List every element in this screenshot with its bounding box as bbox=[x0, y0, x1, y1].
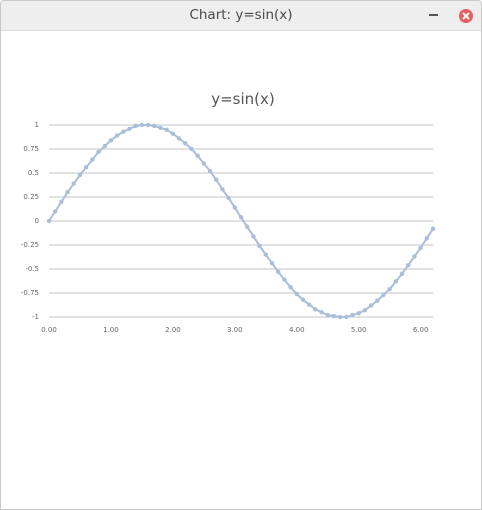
minimize-button[interactable] bbox=[421, 5, 445, 27]
data-point bbox=[430, 226, 436, 231]
data-point bbox=[214, 177, 219, 182]
x-tick-label: 6.00 bbox=[413, 326, 429, 334]
x-tick-label: 5.00 bbox=[351, 326, 367, 334]
chart-area: y=sin(x) 1 0.75 0.5 0.25 0 -0.25 -0.5 -0.75 -1 0.0… bbox=[1, 31, 481, 509]
y-tick-label: -0.75 bbox=[21, 289, 39, 297]
title-bar[interactable]: Chart: y=sin(x) bbox=[1, 1, 481, 31]
chart: y=sin(x) 1 0.75 0.5 0.25 0 -0.25 -0.5 -0.75 -10.0… bbox=[21, 90, 436, 334]
y-tick-label: -0.25 bbox=[21, 241, 39, 249]
y-tick-label: 0.25 bbox=[23, 193, 39, 201]
data-point bbox=[356, 310, 361, 316]
data-point bbox=[114, 133, 120, 138]
data-point bbox=[393, 279, 399, 284]
data-point bbox=[300, 297, 306, 302]
data-point bbox=[220, 187, 225, 192]
x-tick-label: 1.00 bbox=[103, 326, 119, 334]
data-point bbox=[424, 236, 430, 241]
data-point bbox=[139, 122, 145, 128]
data-point bbox=[362, 308, 368, 313]
data-point bbox=[232, 205, 238, 210]
data-point bbox=[207, 168, 213, 174]
data-point bbox=[127, 126, 132, 132]
data-point bbox=[337, 314, 343, 320]
data-point bbox=[65, 190, 70, 195]
data-point bbox=[325, 312, 330, 318]
data-point bbox=[46, 218, 52, 224]
data-point bbox=[96, 149, 101, 155]
data-point bbox=[121, 129, 126, 134]
close-button[interactable] bbox=[459, 9, 473, 23]
x-tick-label: 2.00 bbox=[165, 326, 181, 334]
data-point bbox=[152, 123, 157, 129]
data-point bbox=[164, 127, 169, 132]
data-point bbox=[176, 136, 182, 141]
data-point bbox=[83, 165, 89, 170]
y-tick-label: 0.5 bbox=[28, 169, 39, 177]
data-point bbox=[313, 307, 318, 312]
data-point bbox=[90, 157, 95, 162]
data-point bbox=[282, 277, 287, 282]
data-point bbox=[195, 153, 200, 158]
data-point bbox=[244, 224, 250, 229]
data-point bbox=[399, 271, 405, 276]
data-point bbox=[257, 243, 262, 249]
y-tick-label: 1 bbox=[35, 121, 39, 129]
data-point bbox=[381, 292, 386, 298]
data-point bbox=[189, 146, 194, 152]
data-point bbox=[344, 314, 349, 320]
data-point bbox=[77, 172, 83, 178]
x-tick-label: 4.00 bbox=[289, 326, 305, 334]
data-point bbox=[331, 313, 337, 319]
data-point bbox=[133, 123, 138, 129]
data-point bbox=[251, 234, 256, 239]
data-point bbox=[170, 131, 176, 136]
data-point bbox=[294, 291, 299, 297]
data-point bbox=[288, 285, 293, 290]
close-icon bbox=[462, 12, 470, 20]
data-point bbox=[269, 261, 275, 266]
data-point bbox=[418, 245, 423, 251]
x-tick-label: 3.00 bbox=[227, 326, 243, 334]
minimize-icon bbox=[429, 14, 438, 16]
data-point bbox=[375, 298, 380, 303]
x-tick-label: 0.00 bbox=[41, 326, 57, 334]
data-point bbox=[306, 302, 312, 307]
y-tick-label: -0.5 bbox=[25, 265, 39, 273]
data-point bbox=[52, 209, 58, 214]
y-tick-label: 0.75 bbox=[23, 145, 39, 153]
y-tick-label: -1 bbox=[32, 313, 39, 321]
window-title: Chart: y=sin(x) bbox=[189, 7, 293, 23]
data-point bbox=[238, 214, 244, 220]
y-tick-label: 0 bbox=[35, 217, 39, 225]
data-point bbox=[183, 141, 188, 146]
data-point bbox=[368, 303, 374, 308]
data-point bbox=[350, 312, 355, 318]
chart-window: Chart: y=sin(x) y=sin(x) 1 0.75 0.5 0.25 0 -0.… bbox=[0, 0, 482, 510]
data-point bbox=[108, 138, 114, 143]
data-point bbox=[158, 125, 163, 131]
data-point bbox=[145, 122, 151, 128]
data-point bbox=[319, 310, 324, 315]
data-point bbox=[406, 262, 411, 268]
data-point bbox=[275, 269, 281, 275]
data-point bbox=[102, 143, 107, 149]
chart-title: y=sin(x) bbox=[211, 90, 275, 108]
data-point bbox=[59, 199, 64, 204]
data-point bbox=[201, 161, 207, 166]
data-point bbox=[71, 181, 76, 186]
data-point bbox=[412, 254, 417, 259]
data-point bbox=[387, 286, 392, 292]
data-point bbox=[263, 252, 268, 257]
data-point bbox=[226, 195, 231, 201]
